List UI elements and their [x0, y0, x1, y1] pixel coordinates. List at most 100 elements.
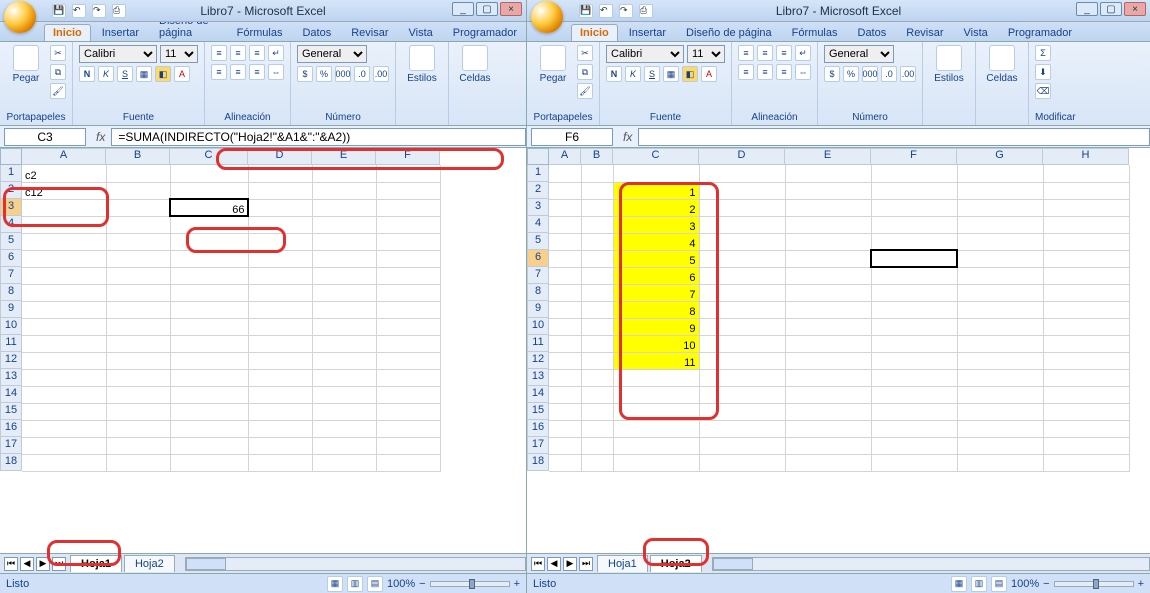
cell[interactable]	[871, 165, 957, 182]
row-header[interactable]: 6	[0, 250, 22, 267]
cell[interactable]	[106, 199, 170, 216]
cell[interactable]	[376, 352, 440, 369]
undo-icon[interactable]: ↶	[72, 4, 86, 18]
cell[interactable]	[549, 454, 581, 471]
cell[interactable]	[581, 420, 613, 437]
cell[interactable]	[581, 250, 613, 267]
maximize-button[interactable]: ▢	[1100, 2, 1122, 16]
currency-icon[interactable]: $	[824, 66, 840, 82]
worksheet-area[interactable]: 123456789101112131415161718ABCDEFc2c1266	[0, 148, 526, 553]
sheet-nav-first-icon[interactable]: ⏮	[531, 557, 545, 571]
cell[interactable]	[871, 182, 957, 199]
cell[interactable]	[170, 250, 248, 267]
cell[interactable]	[699, 437, 785, 454]
row-header[interactable]: 7	[527, 267, 549, 284]
cell[interactable]	[871, 352, 957, 369]
styles-button[interactable]: Estilos	[402, 45, 442, 84]
cell[interactable]	[170, 352, 248, 369]
cell[interactable]	[871, 437, 957, 454]
view-break-icon[interactable]: ▤	[991, 576, 1007, 592]
cell[interactable]	[1043, 250, 1129, 267]
ribbon-tab-insertar[interactable]: Insertar	[93, 24, 148, 41]
cell[interactable]	[957, 403, 1043, 420]
minimize-button[interactable]: _	[1076, 2, 1098, 16]
cell[interactable]	[312, 199, 376, 216]
cell[interactable]	[312, 250, 376, 267]
cell[interactable]	[1043, 318, 1129, 335]
cell[interactable]	[248, 437, 312, 454]
cell[interactable]	[549, 199, 581, 216]
cell[interactable]	[106, 335, 170, 352]
wrap-text-icon[interactable]: ↵	[795, 45, 811, 61]
cell[interactable]	[376, 165, 440, 182]
cell[interactable]	[549, 403, 581, 420]
align-left-icon[interactable]: ≡	[211, 64, 227, 80]
cell[interactable]	[581, 369, 613, 386]
undo-icon[interactable]: ↶	[599, 4, 613, 18]
cell[interactable]	[376, 250, 440, 267]
underline-button[interactable]: S	[117, 66, 133, 82]
cell[interactable]	[1043, 233, 1129, 250]
cell[interactable]	[957, 267, 1043, 284]
paste-button[interactable]: Pegar	[6, 45, 46, 84]
close-button[interactable]: ×	[500, 2, 522, 16]
cell[interactable]	[957, 233, 1043, 250]
cell[interactable]	[581, 403, 613, 420]
decrease-decimal-icon[interactable]: .00	[373, 66, 389, 82]
cell[interactable]	[106, 318, 170, 335]
ribbon-tab-fórmulas[interactable]: Fórmulas	[228, 24, 292, 41]
cell[interactable]	[1043, 199, 1129, 216]
cell[interactable]	[549, 437, 581, 454]
cell[interactable]	[871, 216, 957, 233]
cell[interactable]	[106, 420, 170, 437]
cell[interactable]	[376, 284, 440, 301]
column-header[interactable]: B	[581, 148, 613, 165]
row-header[interactable]: 17	[0, 437, 22, 454]
font-size-select[interactable]: 11	[160, 45, 198, 63]
cell[interactable]	[549, 267, 581, 284]
select-all-corner[interactable]	[0, 148, 22, 165]
cell[interactable]	[549, 369, 581, 386]
cell[interactable]	[581, 216, 613, 233]
cell[interactable]	[871, 454, 957, 471]
increase-decimal-icon[interactable]: .0	[881, 66, 897, 82]
cell[interactable]	[1043, 335, 1129, 352]
cell[interactable]	[106, 182, 170, 199]
cell[interactable]	[106, 267, 170, 284]
cell[interactable]	[312, 369, 376, 386]
cell[interactable]	[785, 318, 871, 335]
copy-icon[interactable]: ⧉	[577, 64, 593, 80]
merge-center-icon[interactable]: ⇔	[268, 64, 284, 80]
styles-button[interactable]: Estilos	[929, 45, 969, 84]
percent-icon[interactable]: %	[843, 66, 859, 82]
percent-icon[interactable]: %	[316, 66, 332, 82]
cell[interactable]	[613, 386, 699, 403]
cell[interactable]	[22, 335, 106, 352]
cell[interactable]	[376, 199, 440, 216]
cell[interactable]	[699, 352, 785, 369]
row-header[interactable]: 2	[0, 182, 22, 199]
font-color-button[interactable]: A	[174, 66, 190, 82]
cell[interactable]	[785, 216, 871, 233]
cell[interactable]	[581, 284, 613, 301]
zoom-in-button[interactable]: +	[514, 578, 520, 590]
align-bottom-icon[interactable]: ≡	[249, 45, 265, 61]
cell[interactable]: 5	[613, 250, 699, 267]
cell[interactable]	[871, 403, 957, 420]
cell[interactable]	[312, 267, 376, 284]
cell[interactable]	[106, 216, 170, 233]
row-header[interactable]: 10	[527, 318, 549, 335]
row-header[interactable]: 11	[0, 335, 22, 352]
cell[interactable]	[170, 335, 248, 352]
align-right-icon[interactable]: ≡	[249, 64, 265, 80]
ribbon-tab-programador[interactable]: Programador	[444, 24, 526, 41]
cell[interactable]	[871, 386, 957, 403]
row-header[interactable]: 1	[527, 165, 549, 182]
cell[interactable]	[1043, 267, 1129, 284]
cell[interactable]	[22, 403, 106, 420]
cell[interactable]	[581, 454, 613, 471]
cell[interactable]: 7	[613, 284, 699, 301]
cell[interactable]	[22, 233, 106, 250]
column-header[interactable]: D	[248, 148, 312, 165]
cell[interactable]: c12	[22, 182, 106, 199]
